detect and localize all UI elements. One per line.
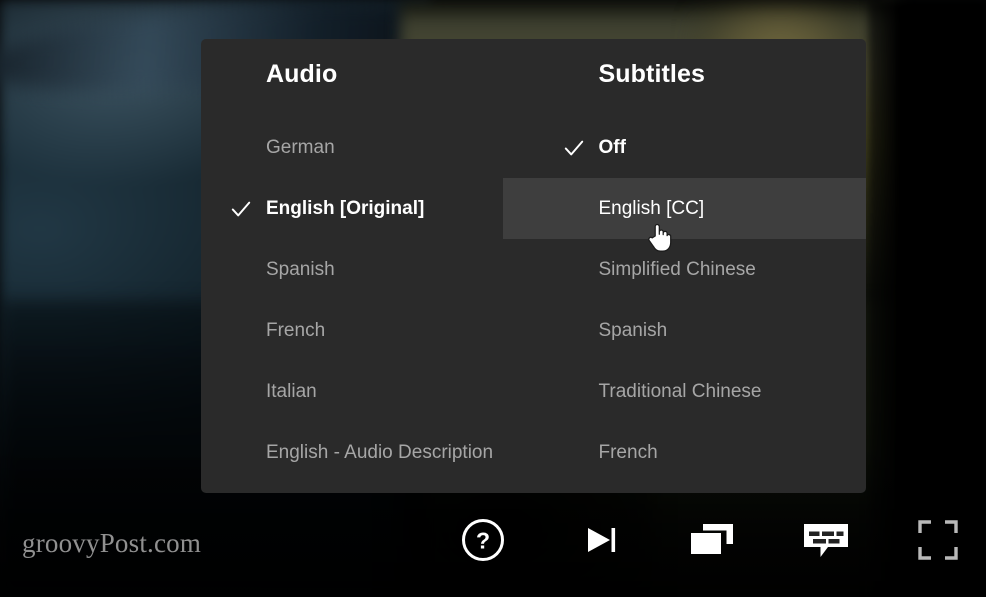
subtitle-option-label: French (598, 442, 658, 463)
checkmark-icon (563, 137, 585, 159)
episodes-icon (689, 520, 735, 565)
subtitle-option-simplified-chinese[interactable]: Simplified Chinese (534, 239, 867, 300)
subtitle-option-off[interactable]: Off (534, 117, 867, 178)
fullscreen-button[interactable] (910, 514, 966, 570)
subtitle-option-french[interactable]: French (534, 422, 867, 483)
subtitle-option-label: English [CC] (598, 198, 705, 219)
subtitles-column-title: Subtitles (598, 60, 705, 88)
audio-option-english-audio-description[interactable]: English - Audio Description (201, 422, 534, 483)
audio-subtitles-panel: Audio German English [Original] Spanish … (201, 39, 866, 493)
audio-subtitles-button[interactable] (795, 514, 857, 570)
audio-option-english-original[interactable]: English [Original] (201, 178, 534, 239)
audio-option-italian[interactable]: Italian (201, 361, 534, 422)
audio-column-title: Audio (266, 60, 338, 88)
next-episode-icon (581, 520, 621, 565)
episodes-button[interactable] (681, 514, 743, 570)
player-controls-bar: ? (455, 514, 965, 570)
audio-option-label: Spanish (266, 259, 335, 280)
audio-option-german[interactable]: German (201, 117, 534, 178)
panel-columns: Audio German English [Original] Spanish … (201, 39, 866, 493)
audio-option-french[interactable]: French (201, 300, 534, 361)
svg-text:?: ? (476, 527, 490, 553)
subtitles-column: Subtitles Off English [CC] Simplified Ch… (502, 39, 867, 493)
checkmark-icon (230, 198, 252, 220)
audio-option-label: French (266, 320, 326, 341)
next-episode-button[interactable] (573, 514, 629, 570)
subtitle-option-traditional-chinese[interactable]: Traditional Chinese (534, 361, 867, 422)
audio-option-label: German (266, 137, 335, 158)
subtitle-option-label: Off (598, 137, 626, 158)
subtitle-option-label: Simplified Chinese (598, 259, 756, 280)
audio-option-label: English [Original] (266, 198, 425, 219)
audio-option-label: Italian (266, 381, 317, 402)
audio-track-list: German English [Original] Spanish French… (201, 117, 534, 483)
subtitle-option-spanish[interactable]: Spanish (534, 300, 867, 361)
audio-option-label: English - Audio Description (266, 442, 494, 463)
subtitle-option-label: Traditional Chinese (598, 381, 762, 402)
video-player-screen: Audio German English [Original] Spanish … (0, 0, 986, 597)
help-button[interactable]: ? (455, 514, 511, 570)
audio-column: Audio German English [Original] Spanish … (201, 39, 534, 493)
audio-option-spanish[interactable]: Spanish (201, 239, 534, 300)
subtitles-track-list: Off English [CC] Simplified Chinese Span… (502, 117, 867, 483)
site-watermark: groovyPost.com (22, 528, 202, 558)
question-circle-icon: ? (461, 518, 505, 567)
subtitle-option-label: Spanish (598, 320, 668, 341)
subtitle-option-english-cc[interactable]: English [CC] (502, 178, 866, 239)
subtitles-icon (802, 520, 850, 565)
fullscreen-icon (917, 519, 959, 566)
